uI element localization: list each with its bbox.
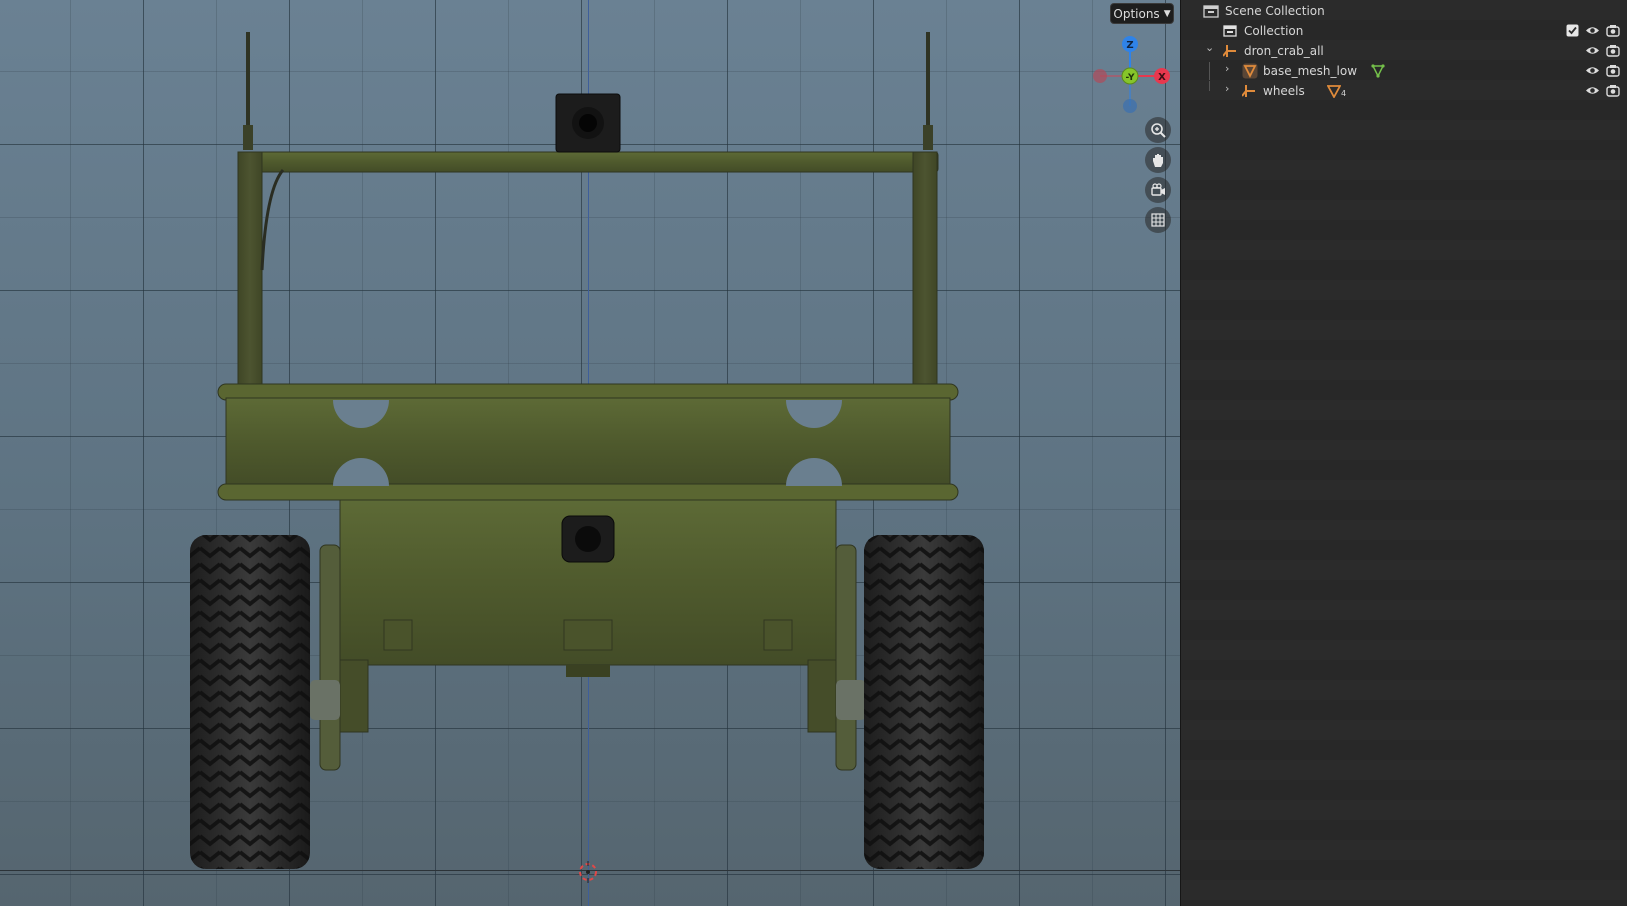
3d-cursor-icon[interactable] bbox=[577, 861, 599, 883]
grid-ortho-icon[interactable] bbox=[1145, 207, 1171, 233]
outliner-row-collection[interactable]: Collection bbox=[1181, 21, 1627, 41]
mesh-data-icon[interactable] bbox=[1327, 84, 1341, 98]
options-label: Options bbox=[1113, 6, 1160, 21]
top-camera bbox=[555, 93, 621, 153]
lower-body bbox=[339, 499, 837, 733]
outliner-row-dron-crab-all[interactable]: ⌄ dron_crab_all bbox=[1181, 41, 1627, 61]
gizmo-x-axis[interactable]: X bbox=[1154, 68, 1170, 84]
collection-icon bbox=[1223, 25, 1237, 37]
camera-render-icon[interactable] bbox=[1606, 24, 1620, 37]
3d-viewport[interactable]: Options ▼ Z X -Y bbox=[0, 0, 1180, 906]
wheel-right bbox=[864, 535, 984, 869]
main-body bbox=[217, 383, 959, 501]
svg-text:Z: Z bbox=[1126, 40, 1133, 51]
chevron-down-icon: ▼ bbox=[1163, 8, 1171, 19]
outliner-label: Scene Collection bbox=[1225, 4, 1325, 18]
robot-model[interactable] bbox=[0, 0, 1180, 906]
chevron-right-icon[interactable]: › bbox=[1225, 82, 1229, 95]
tree-line bbox=[1209, 62, 1210, 80]
outliner-label: dron_crab_all bbox=[1244, 44, 1324, 58]
outliner-label: wheels bbox=[1263, 84, 1305, 98]
chevron-down-icon[interactable]: ⌄ bbox=[1205, 41, 1214, 54]
tree-line bbox=[1209, 81, 1210, 91]
navigation-gizmo[interactable]: Z X -Y bbox=[1090, 30, 1170, 120]
antenna-left bbox=[243, 32, 253, 150]
eye-icon[interactable] bbox=[1585, 44, 1600, 57]
suspension-right bbox=[835, 544, 866, 771]
scene-collection-icon bbox=[1203, 5, 1219, 18]
gizmo-neg-y-axis[interactable]: -Y bbox=[1121, 67, 1139, 85]
chevron-right-icon[interactable]: › bbox=[1225, 62, 1229, 75]
eye-icon[interactable] bbox=[1585, 24, 1600, 37]
antenna-right bbox=[923, 32, 933, 150]
svg-text:X: X bbox=[1158, 72, 1166, 83]
vertex-group-icon[interactable] bbox=[1371, 64, 1385, 78]
empty-object-icon bbox=[1242, 85, 1255, 97]
wheel-left bbox=[190, 535, 310, 869]
empty-object-icon bbox=[1223, 45, 1236, 57]
outliner-row-scene-collection[interactable]: Scene Collection bbox=[1181, 1, 1627, 21]
outliner-row-base-mesh-low[interactable]: › base_mesh_low bbox=[1181, 61, 1627, 81]
eye-icon[interactable] bbox=[1585, 64, 1600, 77]
camera-render-icon[interactable] bbox=[1606, 84, 1620, 97]
outliner-row-wheels[interactable]: › wheels 4 bbox=[1181, 81, 1627, 101]
camera-render-icon[interactable] bbox=[1606, 44, 1620, 57]
eye-icon[interactable] bbox=[1585, 84, 1600, 97]
zoom-icon[interactable] bbox=[1145, 117, 1171, 143]
gizmo-neg-x[interactable] bbox=[1093, 69, 1107, 83]
options-dropdown[interactable]: Options ▼ bbox=[1110, 3, 1174, 24]
gizmo-z-axis[interactable]: Z bbox=[1122, 36, 1138, 52]
checkbox-icon[interactable] bbox=[1566, 24, 1579, 37]
mesh-data-count: 4 bbox=[1341, 89, 1347, 98]
suspension-left bbox=[310, 544, 341, 771]
hand-pan-icon[interactable] bbox=[1145, 147, 1171, 173]
outliner-label: base_mesh_low bbox=[1263, 64, 1358, 78]
outliner-label: Collection bbox=[1244, 24, 1304, 38]
top-frame bbox=[237, 151, 939, 385]
camera-view-icon[interactable] bbox=[1145, 177, 1171, 203]
gizmo-neg-z[interactable] bbox=[1123, 99, 1137, 113]
camera-render-icon[interactable] bbox=[1606, 64, 1620, 77]
outliner-panel[interactable]: Scene Collection Collection ⌄ dron_crab_… bbox=[1181, 0, 1627, 906]
mesh-object-icon bbox=[1242, 63, 1258, 79]
svg-text:-Y: -Y bbox=[1126, 73, 1135, 83]
